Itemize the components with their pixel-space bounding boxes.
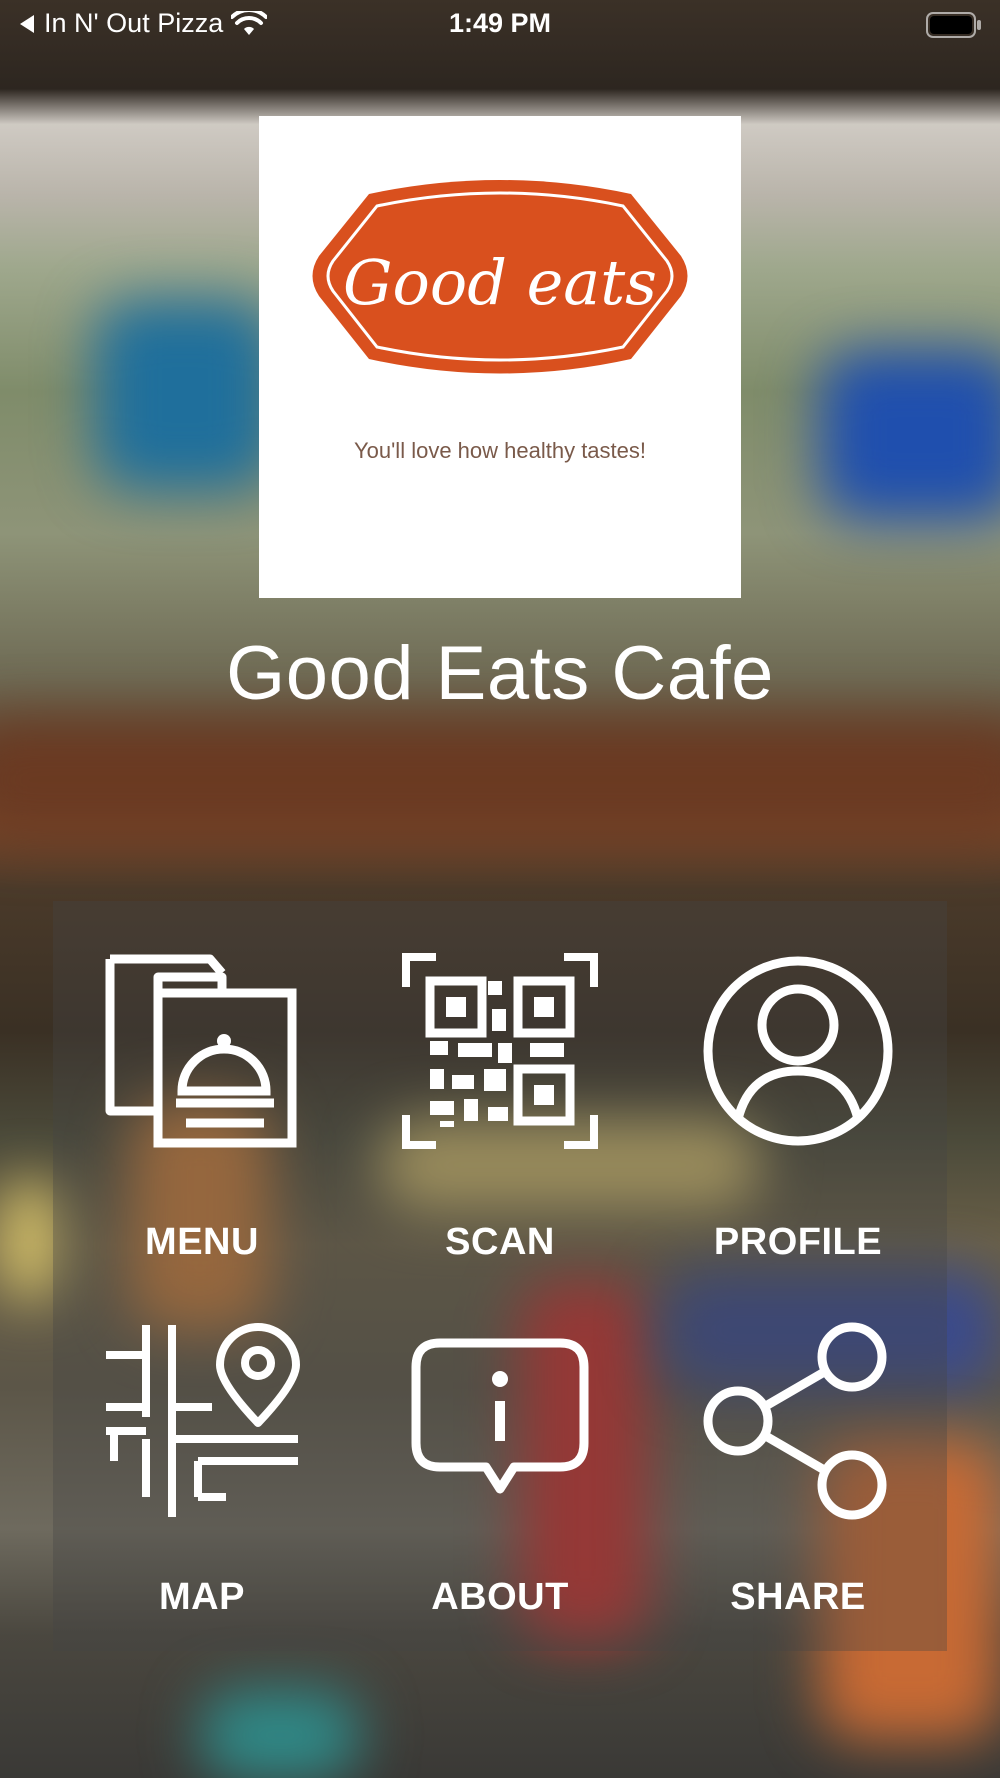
share-label: SHARE (730, 1576, 866, 1618)
status-time: 1:49 PM (448, 8, 552, 38)
good-eats-logo-image: Good eats You'll love how healthy tastes… (312, 180, 688, 463)
share-button[interactable]: SHARE (649, 1321, 947, 1621)
share-icon (703, 1322, 887, 1520)
qr-code-icon (402, 953, 598, 1149)
map-button[interactable]: MAP (53, 1321, 351, 1621)
status-bar: In N' Out Pizza 1:49 PM (0, 0, 1000, 50)
navigation-grid: MENU SCAN PROFILE MAP ABOUT SHARE (53, 901, 947, 1651)
profile-button[interactable]: PROFILE (649, 951, 947, 1271)
scan-button[interactable]: SCAN (351, 951, 649, 1271)
map-label: MAP (159, 1576, 245, 1618)
scan-label: SCAN (445, 1221, 555, 1263)
about-label: ABOUT (431, 1576, 569, 1618)
map-icon (106, 1323, 300, 1517)
battery-icon (926, 12, 981, 38)
logo-brand-text: Good eats (343, 246, 657, 319)
profile-icon (703, 956, 893, 1146)
restaurant-name: Good Eats Cafe (226, 631, 774, 716)
about-button[interactable]: ABOUT (351, 1321, 649, 1621)
profile-label: PROFILE (713, 1221, 883, 1263)
menu-icon (105, 954, 297, 1148)
menu-label: MENU (145, 1221, 259, 1263)
menu-button[interactable]: MENU (53, 951, 351, 1271)
restaurant-logo: Good eats You'll love how healthy tastes… (259, 116, 741, 598)
info-icon (411, 1338, 589, 1494)
logo-tagline: You'll love how healthy tastes! (354, 438, 646, 463)
